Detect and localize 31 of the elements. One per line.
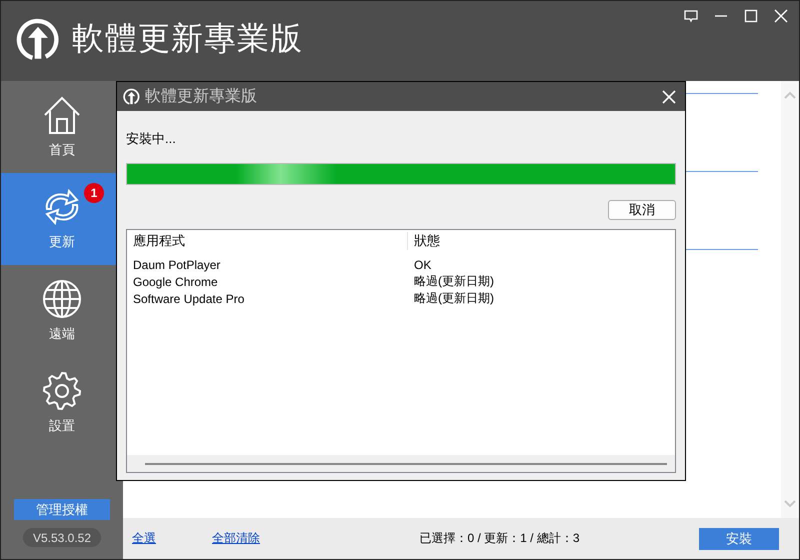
scrollbar-thumb[interactable] [145, 462, 667, 464]
table-cell-text: Daum PotPlayer [132, 258, 222, 272]
status-text: 安裝中... [126, 130, 177, 146]
app-title: 軟體更新專業版 [72, 19, 303, 58]
table-cell-text: Google Chrome [132, 274, 219, 288]
table-cell-text: 略過(更新日期) [413, 273, 495, 290]
install-button[interactable]: 安裝 [699, 528, 779, 550]
column-header[interactable]: 狀態 [407, 232, 675, 250]
summary-text: 已選擇：0 / 更新：1 / 總計：3 [418, 530, 580, 547]
table-cell-text: OK [413, 258, 432, 272]
feedback-icon[interactable] [683, 8, 699, 24]
home-icon [42, 95, 82, 135]
license-button[interactable]: 管理授權 [14, 499, 110, 520]
count-badge: 1 [84, 183, 104, 203]
logo-icon [123, 88, 140, 105]
sidebar-item[interactable]: 遠端 [1, 265, 123, 357]
table-cell-text: Software Update Pro [132, 292, 246, 306]
table-cell-text: 略過(更新日期) [413, 290, 495, 307]
gear-icon [42, 371, 82, 411]
cancel-button[interactable]: 取消 [608, 200, 676, 220]
maximize-icon[interactable] [743, 8, 759, 24]
sidebar-item[interactable]: 首頁 [1, 81, 123, 173]
logo-icon [16, 17, 60, 61]
dialog-title: 軟體更新專業版 [145, 86, 258, 107]
sidebar-item[interactable]: 設置 [1, 357, 123, 449]
clear-all-link[interactable]: 全部清除 [212, 530, 260, 547]
close-icon[interactable] [773, 8, 789, 24]
select-all-link[interactable]: 全選 [132, 530, 156, 547]
globe-icon [42, 279, 82, 319]
version-label: V5.53.0.52 [23, 528, 101, 547]
column-header[interactable]: 應用程式 [127, 232, 407, 250]
